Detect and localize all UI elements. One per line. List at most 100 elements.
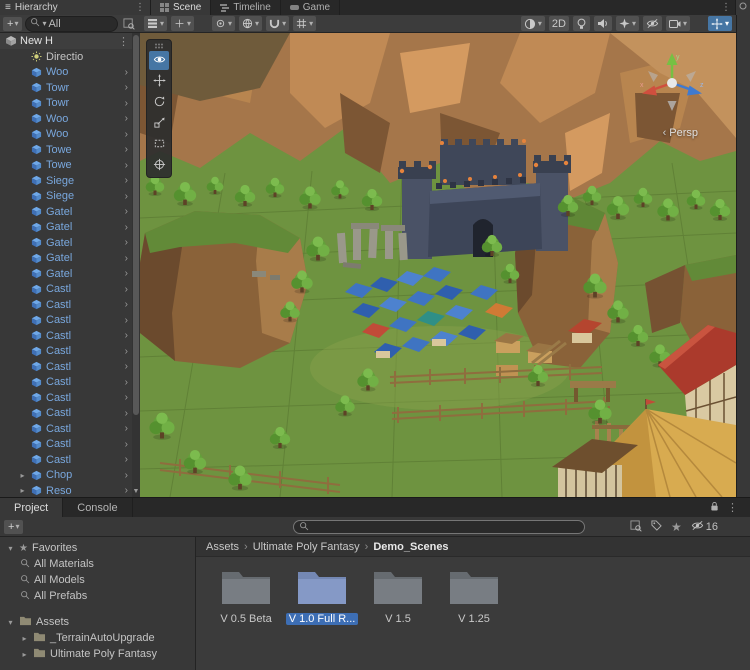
- expander-icon[interactable]: ▸: [18, 486, 27, 495]
- tab-hierarchy[interactable]: ≡ Hierarchy ⋮: [0, 0, 151, 15]
- hierarchy-item[interactable]: Castl ›: [0, 437, 139, 453]
- prefab-open-arrow[interactable]: ›: [125, 82, 128, 93]
- scene-root-item[interactable]: New H ⋮: [0, 33, 139, 49]
- prefab-open-arrow[interactable]: ›: [125, 392, 128, 403]
- project-add-button[interactable]: + ▾: [4, 519, 24, 534]
- hierarchy-item[interactable]: Woo ›: [0, 127, 139, 143]
- scene-options-icon[interactable]: ⋮: [118, 35, 129, 48]
- hierarchy-scrollbar[interactable]: ▼: [132, 33, 140, 497]
- prefab-open-arrow[interactable]: ›: [125, 237, 128, 248]
- prefab-open-arrow[interactable]: ›: [125, 222, 128, 233]
- hierarchy-item[interactable]: Gatel ›: [0, 220, 139, 236]
- prefab-open-arrow[interactable]: ›: [125, 315, 128, 326]
- hierarchy-item[interactable]: Gatel ›: [0, 266, 139, 282]
- scene-panel-menu-icon[interactable]: ⋮: [721, 0, 735, 15]
- gizmo-tools-dropdown[interactable]: ▾: [707, 16, 732, 31]
- hierarchy-item[interactable]: Towr ›: [0, 96, 139, 112]
- rotate-tool-button[interactable]: [149, 93, 169, 112]
- prefab-open-arrow[interactable]: ›: [125, 160, 128, 171]
- project-search-field[interactable]: [293, 520, 585, 534]
- hierarchy-item[interactable]: Castl ›: [0, 406, 139, 422]
- hierarchy-item[interactable]: Gatel ›: [0, 204, 139, 220]
- search-window-icon[interactable]: [121, 16, 137, 32]
- search-filter-caret-icon[interactable]: ▾: [42, 19, 46, 28]
- hierarchy-item[interactable]: Castl ›: [0, 359, 139, 375]
- projection-mode-label[interactable]: ‹ Persp: [663, 127, 698, 139]
- prefab-open-arrow[interactable]: ›: [125, 454, 128, 465]
- assets-root[interactable]: ▾ Assets: [0, 614, 195, 630]
- scene-visibility-toggle[interactable]: [642, 16, 662, 31]
- prefab-open-arrow[interactable]: ›: [125, 377, 128, 388]
- scale-tool-button[interactable]: [149, 114, 169, 133]
- favorites-item[interactable]: All Models: [0, 572, 195, 588]
- hierarchy-item[interactable]: Woo ›: [0, 111, 139, 127]
- prefab-open-arrow[interactable]: ›: [125, 346, 128, 357]
- expander-icon[interactable]: ▸: [18, 471, 27, 480]
- hierarchy-item[interactable]: Siege ›: [0, 173, 139, 189]
- scene-lighting-toggle[interactable]: [572, 16, 590, 31]
- prefab-open-arrow[interactable]: ›: [125, 423, 128, 434]
- snap-increment-dropdown[interactable]: ▾: [293, 16, 317, 31]
- hierarchy-item[interactable]: Siege ›: [0, 189, 139, 205]
- tab-scene[interactable]: Scene: [151, 0, 212, 15]
- hierarchy-item[interactable]: Gatel ›: [0, 251, 139, 267]
- hierarchy-item[interactable]: Castl ›: [0, 297, 139, 313]
- asset-folder-item[interactable]: ▸ _TerrainAutoUpgrade: [0, 630, 195, 646]
- tab-console[interactable]: Console: [63, 498, 133, 517]
- project-panel-menu-icon[interactable]: ⋮: [727, 501, 738, 514]
- folder-tile[interactable]: V 1.25: [438, 565, 510, 625]
- breadcrumb-item[interactable]: Assets: [206, 541, 239, 553]
- prefab-open-arrow[interactable]: ›: [125, 268, 128, 279]
- breadcrumb-item[interactable]: Demo_Scenes: [373, 541, 448, 553]
- rect-tool-button[interactable]: [149, 135, 169, 154]
- hierarchy-item[interactable]: Directio: [0, 49, 139, 65]
- asset-folder-item[interactable]: ▸ Ultimate Poly Fantasy: [0, 646, 195, 662]
- prefab-open-arrow[interactable]: ›: [125, 98, 128, 109]
- project-search-input[interactable]: [312, 521, 579, 533]
- scrollbar-thumb[interactable]: [133, 35, 139, 415]
- toggle-2d-button[interactable]: 2D: [548, 16, 569, 31]
- prefab-open-arrow[interactable]: ›: [125, 253, 128, 264]
- hierarchy-search-input[interactable]: ▾ All: [25, 15, 118, 32]
- hierarchy-item[interactable]: Gatel ›: [0, 235, 139, 251]
- left-rock[interactable]: [140, 211, 308, 368]
- expander-icon[interactable]: ▸: [20, 650, 29, 659]
- prefab-open-arrow[interactable]: ›: [125, 191, 128, 202]
- folder-tile[interactable]: V 0.5 Beta: [210, 565, 282, 625]
- hierarchy-item[interactable]: Castl ›: [0, 390, 139, 406]
- search-in-window-icon[interactable]: [630, 519, 642, 535]
- breadcrumb-item[interactable]: Ultimate Poly Fantasy: [253, 541, 360, 553]
- prefab-open-arrow[interactable]: ›: [125, 361, 128, 372]
- overlay-drag-handle[interactable]: [154, 42, 164, 49]
- prefab-open-arrow[interactable]: ›: [125, 206, 128, 217]
- favorites-header[interactable]: ▾ ★ Favorites: [0, 540, 195, 556]
- transform-tool-button[interactable]: [149, 156, 169, 175]
- prefab-open-arrow[interactable]: ›: [125, 129, 128, 140]
- move-tool-button[interactable]: [149, 72, 169, 91]
- scene-audio-toggle[interactable]: [593, 16, 612, 31]
- prefab-open-arrow[interactable]: ›: [125, 408, 128, 419]
- hierarchy-item[interactable]: Towr ›: [0, 80, 139, 96]
- tab-timeline[interactable]: Timeline: [211, 0, 281, 15]
- hierarchy-item[interactable]: Castl ›: [0, 328, 139, 344]
- prefab-open-arrow[interactable]: ›: [125, 144, 128, 155]
- lock-icon[interactable]: [710, 501, 719, 515]
- prefab-open-arrow[interactable]: ›: [125, 113, 128, 124]
- prefab-open-arrow[interactable]: ›: [125, 284, 128, 295]
- hierarchy-item[interactable]: ▸ Reso ›: [0, 483, 139, 497]
- hierarchy-item[interactable]: Towe ›: [0, 142, 139, 158]
- panel-menu-icon[interactable]: ⋮: [135, 2, 145, 13]
- pivot-dropdown[interactable]: ▾: [212, 16, 236, 31]
- hierarchy-item[interactable]: Castl ›: [0, 452, 139, 468]
- hierarchy-item[interactable]: Castl ›: [0, 313, 139, 329]
- chevron-down-icon[interactable]: ▾: [6, 544, 15, 553]
- chevron-down-icon[interactable]: ▾: [6, 618, 15, 627]
- hierarchy-item[interactable]: Castl ›: [0, 375, 139, 391]
- orientation-dropdown[interactable]: ▾: [239, 16, 263, 31]
- prefab-open-arrow[interactable]: ›: [125, 485, 128, 496]
- favorite-star-icon[interactable]: ★: [671, 520, 682, 534]
- prefab-open-arrow[interactable]: ›: [125, 470, 128, 481]
- tool-settings-dropdown[interactable]: ▾: [171, 16, 195, 31]
- favorites-item[interactable]: All Prefabs: [0, 588, 195, 604]
- shading-mode-dropdown[interactable]: ▾: [520, 16, 545, 31]
